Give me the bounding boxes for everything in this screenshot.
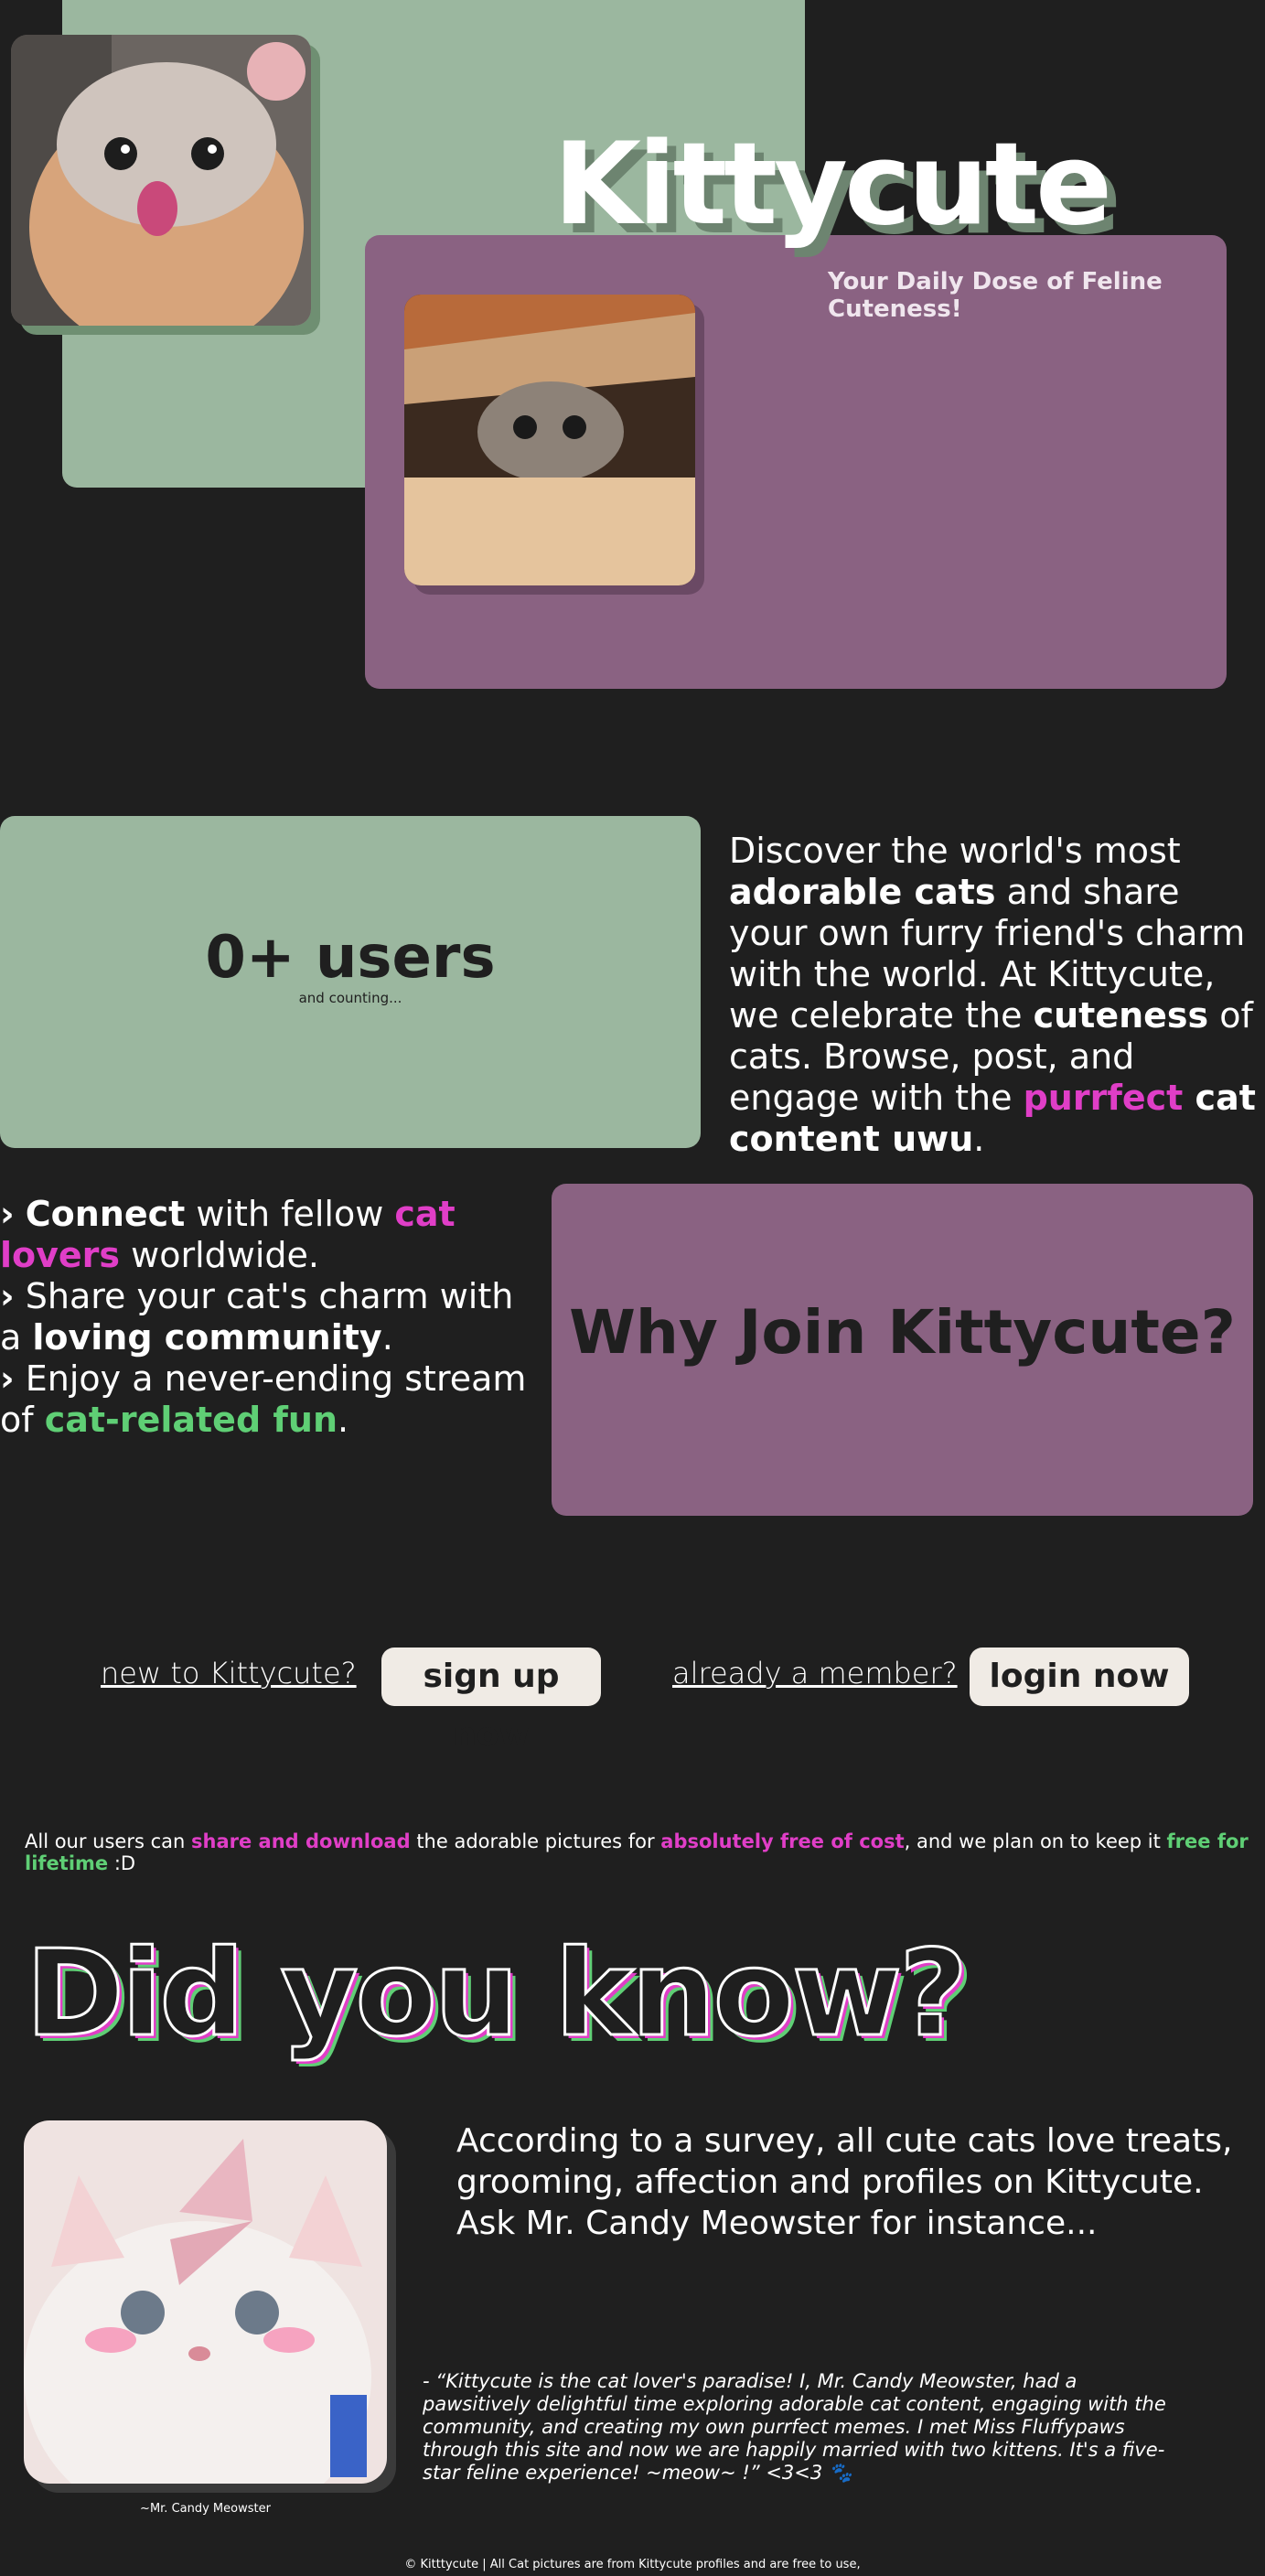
cat-in-box-photo (404, 295, 695, 585)
discover-paragraph: Discover the world's most adorable cats … (729, 831, 1256, 1159)
login-button[interactable]: login now (970, 1648, 1189, 1706)
signup-button[interactable]: sign up now (381, 1648, 601, 1754)
benefit-item: › Share your cat's charm with a loving c… (0, 1276, 514, 1358)
new-user-link[interactable]: new to Kittycute? (101, 1656, 357, 1690)
free-info-line: All our users can share and download the… (25, 1830, 1249, 1874)
users-subtext: and counting... (298, 990, 402, 1006)
why-join-title: Why Join Kittycute? (569, 1297, 1236, 1368)
benefit-item: › Connect with fellow cat lovers worldwi… (0, 1194, 456, 1275)
benefit-item: › Enjoy a never-ending stream of cat-rel… (0, 1358, 527, 1440)
white-kitten-photo (24, 2120, 387, 2484)
photo-caption: ~Mr. Candy Meowster (140, 2502, 271, 2516)
footer-text: © Kitttycute | All Cat pictures are from… (404, 2558, 861, 2571)
did-you-know-heading: Did you know? (24, 1924, 969, 2063)
users-count: 0+ users (205, 924, 496, 992)
survey-paragraph: According to a survey, all cute cats lov… (456, 2122, 1233, 2242)
cat-photo-licking (11, 35, 311, 326)
benefits-list: › Connect with fellow cat lovers worldwi… (0, 1194, 540, 1441)
testimonial-quote: - “Kittycute is the cat lover's paradise… (423, 2370, 1166, 2484)
tagline: Your Daily Dose of Feline Cuteness! (828, 268, 1163, 323)
brand-title: Kittycute (553, 119, 1112, 251)
existing-member-link[interactable]: already a member? (672, 1656, 958, 1690)
